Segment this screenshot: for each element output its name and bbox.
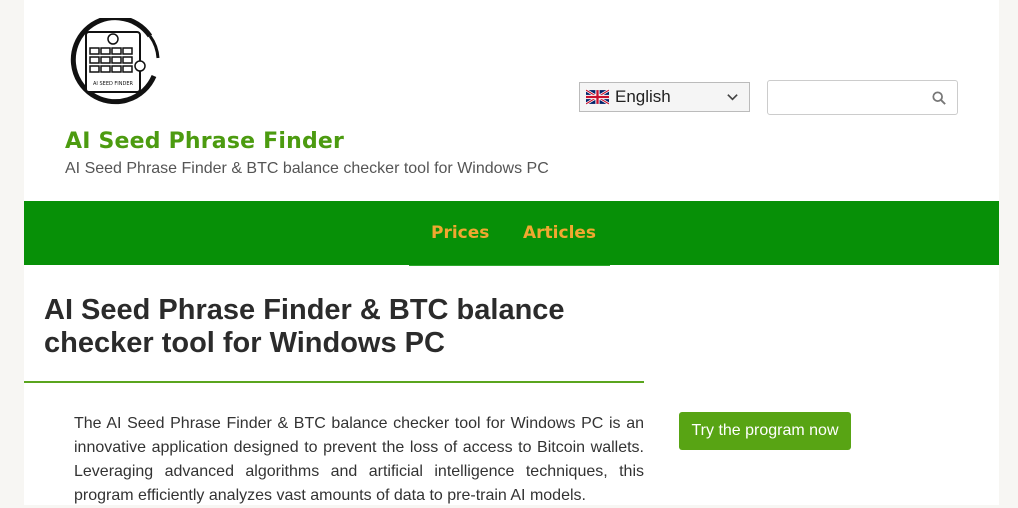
search-box — [767, 80, 958, 115]
page: AI SEED FINDER AI Seed Phrase Finder AI … — [24, 0, 999, 505]
uk-flag-icon — [586, 89, 609, 105]
language-label: English — [615, 87, 671, 106]
site-title[interactable]: AI Seed Phrase Finder — [65, 129, 344, 154]
intro-paragraph: The AI Seed Phrase Finder & BTC balance … — [74, 415, 644, 504]
nav-item-articles[interactable]: Articles — [523, 223, 596, 243]
site-tagline: AI Seed Phrase Finder & BTC balance chec… — [65, 160, 549, 177]
site-logo[interactable]: AI SEED FINDER — [66, 15, 162, 108]
page-title: AI Seed Phrase Finder & BTC balance chec… — [44, 294, 565, 359]
logo-text: AI SEED FINDER — [93, 81, 134, 87]
nav-item-prices[interactable]: Prices — [431, 223, 489, 243]
try-program-button[interactable]: Try the program now — [679, 412, 851, 450]
logo-icon: AI SEED FINDER — [70, 15, 160, 105]
search-input[interactable] — [774, 81, 928, 114]
search-icon[interactable] — [932, 91, 946, 105]
chevron-down-icon — [727, 94, 738, 101]
title-divider — [24, 381, 644, 383]
main-nav: Prices Articles — [24, 201, 999, 266]
language-select[interactable]: English — [579, 82, 750, 112]
